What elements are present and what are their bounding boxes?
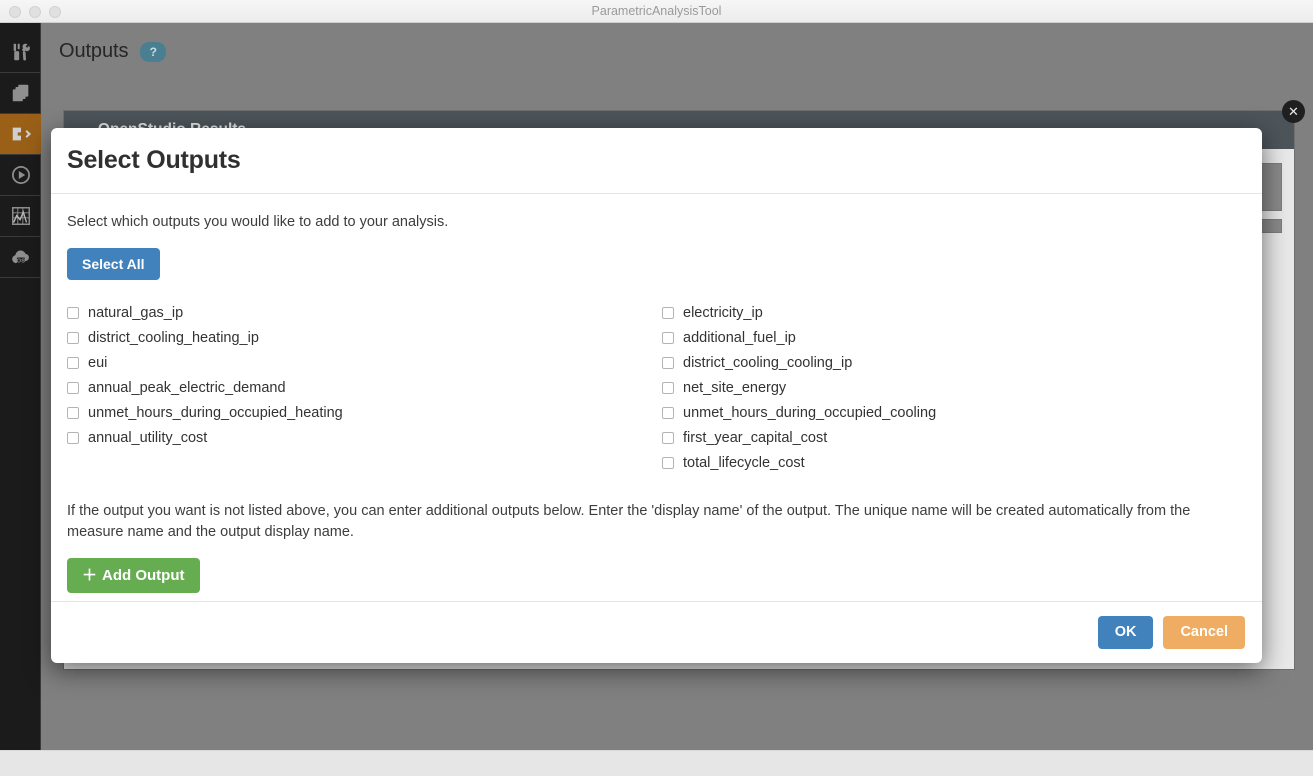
status-bar	[0, 750, 1313, 776]
plus-icon: ＋	[82, 567, 98, 585]
add-output-button[interactable]: ＋ Add Output	[67, 558, 200, 594]
additional-outputs-note: If the output you want is not listed abo…	[67, 503, 1191, 540]
close-icon[interactable]: ✕	[1282, 100, 1305, 123]
output-checkbox-unmet-hours-during-occupied-heating[interactable]	[67, 406, 79, 419]
output-label[interactable]: additional_fuel_ip	[683, 330, 796, 346]
sidebar-item-results[interactable]	[0, 196, 41, 237]
output-row-electricity-ip[interactable]: electricity_ip	[662, 300, 1246, 325]
output-label[interactable]: annual_utility_cost	[88, 430, 207, 446]
sidebar-item-cloud[interactable]: OS	[0, 237, 41, 278]
dialog-header: Select Outputs	[51, 128, 1262, 194]
svg-text:OS: OS	[16, 259, 24, 265]
window-titlebar: ParametricAnalysisTool	[0, 0, 1313, 23]
output-row-first-year-capital-cost[interactable]: first_year_capital_cost	[662, 425, 1246, 450]
application-window: ParametricAnalysisTool OS Outputs ? ✕ Se…	[0, 0, 1313, 776]
left-icon-rail: OS	[0, 23, 41, 750]
output-row-natural-gas-ip[interactable]: natural_gas_ip	[67, 300, 662, 325]
output-label[interactable]: total_lifecycle_cost	[683, 455, 805, 471]
output-checkbox-annual-utility-cost[interactable]	[67, 431, 79, 444]
sidebar-item-outputs[interactable]	[0, 114, 41, 155]
output-checkbox-natural-gas-ip[interactable]	[67, 306, 79, 319]
output-label[interactable]: unmet_hours_during_occupied_heating	[88, 405, 343, 421]
page-title: Outputs	[59, 40, 129, 62]
add-output-wrapper: ＋ Add Output	[67, 558, 1246, 594]
output-row-eui[interactable]: eui	[67, 350, 662, 375]
dialog-footer: OK Cancel	[51, 601, 1262, 663]
output-checkbox-net-site-energy[interactable]	[662, 381, 674, 394]
output-checkbox-electricity-ip[interactable]	[662, 306, 674, 319]
output-checkbox-unmet-hours-during-occupied-cooling[interactable]	[662, 406, 674, 419]
output-label[interactable]: unmet_hours_during_occupied_cooling	[683, 405, 936, 421]
dialog-body: Select which outputs you would like to a…	[51, 194, 1262, 600]
copy-layers-icon	[10, 82, 32, 104]
help-icon[interactable]: ?	[140, 41, 167, 62]
cloud-os-icon: OS	[9, 246, 33, 268]
sidebar-item-measures[interactable]	[0, 32, 41, 73]
output-row-additional-fuel-ip[interactable]: additional_fuel_ip	[662, 325, 1246, 350]
ok-button[interactable]: OK	[1097, 616, 1154, 649]
outputs-checkbox-grid: natural_gas_ip district_cooling_heating_…	[67, 300, 1246, 475]
grid-spacer	[67, 450, 662, 475]
output-label[interactable]: district_cooling_cooling_ip	[683, 355, 852, 371]
output-row-district-cooling-cooling-ip[interactable]: district_cooling_cooling_ip	[662, 350, 1246, 375]
output-checkbox-first-year-capital-cost[interactable]	[662, 431, 674, 444]
output-checkbox-total-lifecycle-cost[interactable]	[662, 456, 674, 469]
output-label[interactable]: natural_gas_ip	[88, 305, 183, 321]
window-title: ParametricAnalysisTool	[591, 4, 722, 18]
dialog-title: Select Outputs	[67, 146, 241, 174]
tools-icon	[10, 41, 32, 63]
output-row-unmet-hours-during-occupied-heating[interactable]: unmet_hours_during_occupied_heating	[67, 400, 662, 425]
sidebar-item-run[interactable]	[0, 155, 41, 196]
export-arrow-icon	[10, 123, 32, 145]
play-icon	[10, 164, 32, 186]
output-checkbox-eui[interactable]	[67, 356, 79, 369]
output-checkbox-district-cooling-cooling-ip[interactable]	[662, 356, 674, 369]
output-row-total-lifecycle-cost[interactable]: total_lifecycle_cost	[662, 450, 1246, 475]
output-row-net-site-energy[interactable]: net_site_energy	[662, 375, 1246, 400]
output-label[interactable]: eui	[88, 355, 107, 371]
output-label[interactable]: annual_peak_electric_demand	[88, 380, 286, 396]
page-header: Outputs ?	[59, 40, 167, 63]
add-output-label: Add Output	[102, 567, 185, 585]
chart-grid-icon	[10, 205, 32, 227]
output-checkbox-district-cooling-heating-ip[interactable]	[67, 331, 79, 344]
output-checkbox-additional-fuel-ip[interactable]	[662, 331, 674, 344]
dialog-intro-text: Select which outputs you would like to a…	[67, 214, 449, 230]
output-label[interactable]: net_site_energy	[683, 380, 786, 396]
output-row-district-cooling-heating-ip[interactable]: district_cooling_heating_ip	[67, 325, 662, 350]
sidebar-item-duplicate[interactable]	[0, 73, 41, 114]
select-all-button[interactable]: Select All	[67, 248, 160, 280]
output-checkbox-annual-peak-electric-demand[interactable]	[67, 381, 79, 394]
cancel-button[interactable]: Cancel	[1163, 616, 1245, 649]
output-label[interactable]: district_cooling_heating_ip	[88, 330, 259, 346]
output-row-annual-utility-cost[interactable]: annual_utility_cost	[67, 425, 662, 450]
output-label[interactable]: electricity_ip	[683, 305, 763, 321]
output-row-annual-peak-electric-demand[interactable]: annual_peak_electric_demand	[67, 375, 662, 400]
output-row-unmet-hours-during-occupied-cooling[interactable]: unmet_hours_during_occupied_cooling	[662, 400, 1246, 425]
select-outputs-dialog: Select Outputs Select which outputs you …	[51, 128, 1262, 663]
output-label[interactable]: first_year_capital_cost	[683, 430, 827, 446]
